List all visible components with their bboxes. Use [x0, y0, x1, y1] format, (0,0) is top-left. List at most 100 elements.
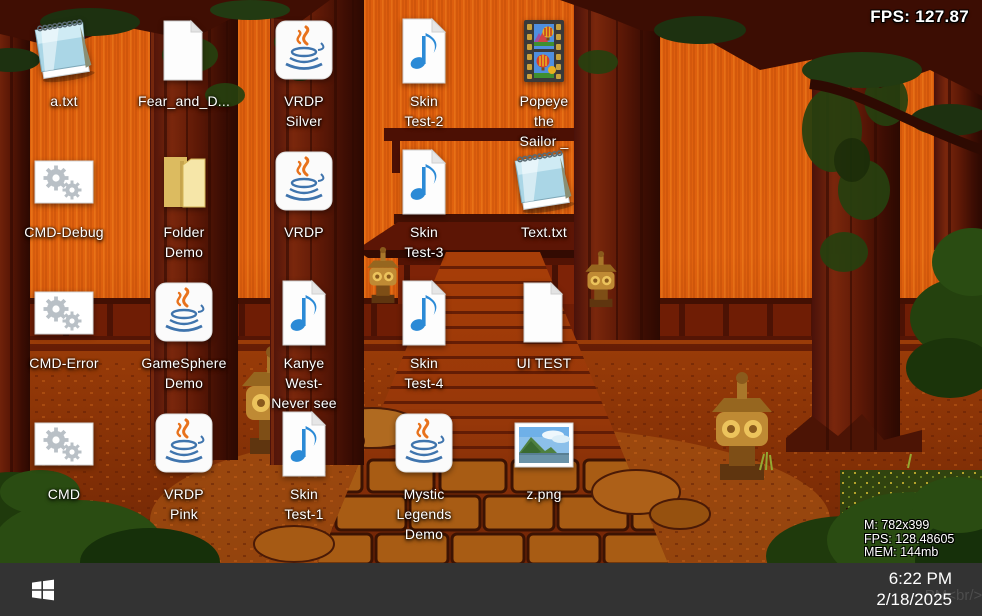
icon-label-line: Test-1	[246, 504, 362, 524]
image-icon	[486, 407, 602, 481]
desktop-icon-ui-test[interactable]: UI TEST	[486, 276, 602, 373]
icon-label-line: Skin	[366, 91, 482, 111]
icon-label: FolderDemo	[126, 222, 242, 262]
icon-label-line: Skin	[246, 484, 362, 504]
desktop-icon-fear-and-d[interactable]: Fear_and_D...	[126, 14, 242, 111]
notepad-icon	[486, 145, 602, 219]
icon-label-line: CMD-Debug	[6, 222, 122, 242]
folder-icon	[126, 145, 242, 219]
music-icon	[246, 407, 362, 481]
gears-icon	[6, 407, 122, 481]
icon-label: SkinTest-4	[366, 353, 482, 393]
taskbar-clock[interactable]: 6:22 PM 2/18/2025	[876, 568, 952, 610]
icon-label: CMD-Error	[6, 353, 122, 373]
desktop-icon-folder-demo[interactable]: FolderDemo	[126, 145, 242, 262]
desktop-icon-vrdp-silver[interactable]: VRDPSilver	[246, 14, 362, 131]
desktop-icon-cmd-error[interactable]: CMD-Error	[6, 276, 122, 373]
document-icon	[126, 14, 242, 88]
desktop-icon-cmd-debug[interactable]: CMD-Debug	[6, 145, 122, 242]
icon-label: a.txt	[6, 91, 122, 111]
icon-label: SkinTest-1	[246, 484, 362, 524]
icon-label-line: UI TEST	[486, 353, 602, 373]
desktop-icon-popeye-the-sailor[interactable]: PopeyetheSailor _	[486, 14, 602, 151]
music-icon	[366, 276, 482, 350]
debug-resolution: M: 782x399	[864, 519, 954, 533]
icon-label-line: a.txt	[6, 91, 122, 111]
desktop-icon-mystic-legends-demo[interactable]: MysticLegendsDemo	[366, 407, 482, 544]
icon-label: z.png	[486, 484, 602, 504]
icon-label: UI TEST	[486, 353, 602, 373]
icon-label: SkinTest-3	[366, 222, 482, 262]
icon-label: VRDPPink	[126, 484, 242, 524]
desktop-icon-skin-test-1[interactable]: SkinTest-1	[246, 407, 362, 524]
icon-label-line: Legends	[366, 504, 482, 524]
film-icon	[486, 14, 602, 88]
desktop-icon-a-txt[interactable]: a.txt	[6, 14, 122, 111]
icon-label-line: CMD	[6, 484, 122, 504]
java-icon	[246, 145, 362, 219]
fps-counter: FPS: 127.87	[870, 7, 969, 27]
icon-label-line: CMD-Error	[6, 353, 122, 373]
desktop-icon-vrdp-pink[interactable]: VRDPPink	[126, 407, 242, 524]
java-icon	[246, 14, 362, 88]
icon-label-line: Demo	[126, 373, 242, 393]
desktop-icon-z-png[interactable]: z.png	[486, 407, 602, 504]
java-icon	[126, 407, 242, 481]
desktop-icon-text-txt[interactable]: Text.txt	[486, 145, 602, 242]
icon-label-line: Skin	[366, 222, 482, 242]
icon-label: CMD	[6, 484, 122, 504]
icon-label-line: Test-4	[366, 373, 482, 393]
icon-label-line: the	[486, 111, 602, 131]
desktop: FPS: 127.87 a.txt Fear_and_D... VRDPSilv	[0, 0, 982, 563]
icon-label: Fear_and_D...	[126, 91, 242, 111]
icon-label-line: Demo	[366, 524, 482, 544]
clock-time: 6:22 PM	[876, 568, 952, 589]
icon-label: KanyeWest-Never see	[246, 353, 362, 413]
icon-label: VRDPSilver	[246, 91, 362, 131]
gears-icon	[6, 276, 122, 350]
desktop-icon-cmd[interactable]: CMD	[6, 407, 122, 504]
icon-label-line: VRDP	[246, 91, 362, 111]
icon-label-line: GameSphere	[126, 353, 242, 373]
icon-label-line: Demo	[126, 242, 242, 262]
desktop-icon-vrdp[interactable]: VRDP	[246, 145, 362, 242]
icon-label-line: Fear_and_D...	[126, 91, 242, 111]
desktop-icon-skin-test-2[interactable]: SkinTest-2	[366, 14, 482, 131]
icon-label-line: Silver	[246, 111, 362, 131]
icon-label-line: Skin	[366, 353, 482, 373]
notepad-icon	[6, 14, 122, 88]
icon-label-line: West-	[246, 373, 362, 393]
start-button[interactable]	[14, 563, 72, 616]
icon-label-line: Popeye	[486, 91, 602, 111]
icon-label-line: Text.txt	[486, 222, 602, 242]
icon-label: PopeyetheSailor _	[486, 91, 602, 151]
icon-label-line: Pink	[126, 504, 242, 524]
music-icon	[366, 145, 482, 219]
desktop-icon-skin-test-3[interactable]: SkinTest-3	[366, 145, 482, 262]
clock-date: 2/18/2025	[876, 589, 952, 610]
icon-label: SkinTest-2	[366, 91, 482, 131]
desktop-icon-kanye-west-never-see[interactable]: KanyeWest-Never see	[246, 276, 362, 413]
taskbar: PM<br/>2/18/2 6:22 PM 2/18/2025	[0, 563, 982, 616]
music-icon	[246, 276, 362, 350]
icon-label-line: VRDP	[246, 222, 362, 242]
icon-label: CMD-Debug	[6, 222, 122, 242]
icon-label-line: Test-2	[366, 111, 482, 131]
icon-label-line: VRDP	[126, 484, 242, 504]
windows-logo-icon	[31, 578, 55, 602]
debug-mem: MEM: 144mb	[864, 546, 954, 560]
desktop-icon-gamesphere-demo[interactable]: GameSphereDemo	[126, 276, 242, 393]
icon-label-line: z.png	[486, 484, 602, 504]
document-icon	[486, 276, 602, 350]
desktop-icon-skin-test-4[interactable]: SkinTest-4	[366, 276, 482, 393]
java-icon	[126, 276, 242, 350]
icon-label-line: Mystic	[366, 484, 482, 504]
icon-label-line: Test-3	[366, 242, 482, 262]
icon-label: Text.txt	[486, 222, 602, 242]
icon-label: MysticLegendsDemo	[366, 484, 482, 544]
icon-label-line: Kanye	[246, 353, 362, 373]
java-icon	[366, 407, 482, 481]
debug-fps: FPS: 128.48605	[864, 533, 954, 547]
icon-label: GameSphereDemo	[126, 353, 242, 393]
music-icon	[366, 14, 482, 88]
